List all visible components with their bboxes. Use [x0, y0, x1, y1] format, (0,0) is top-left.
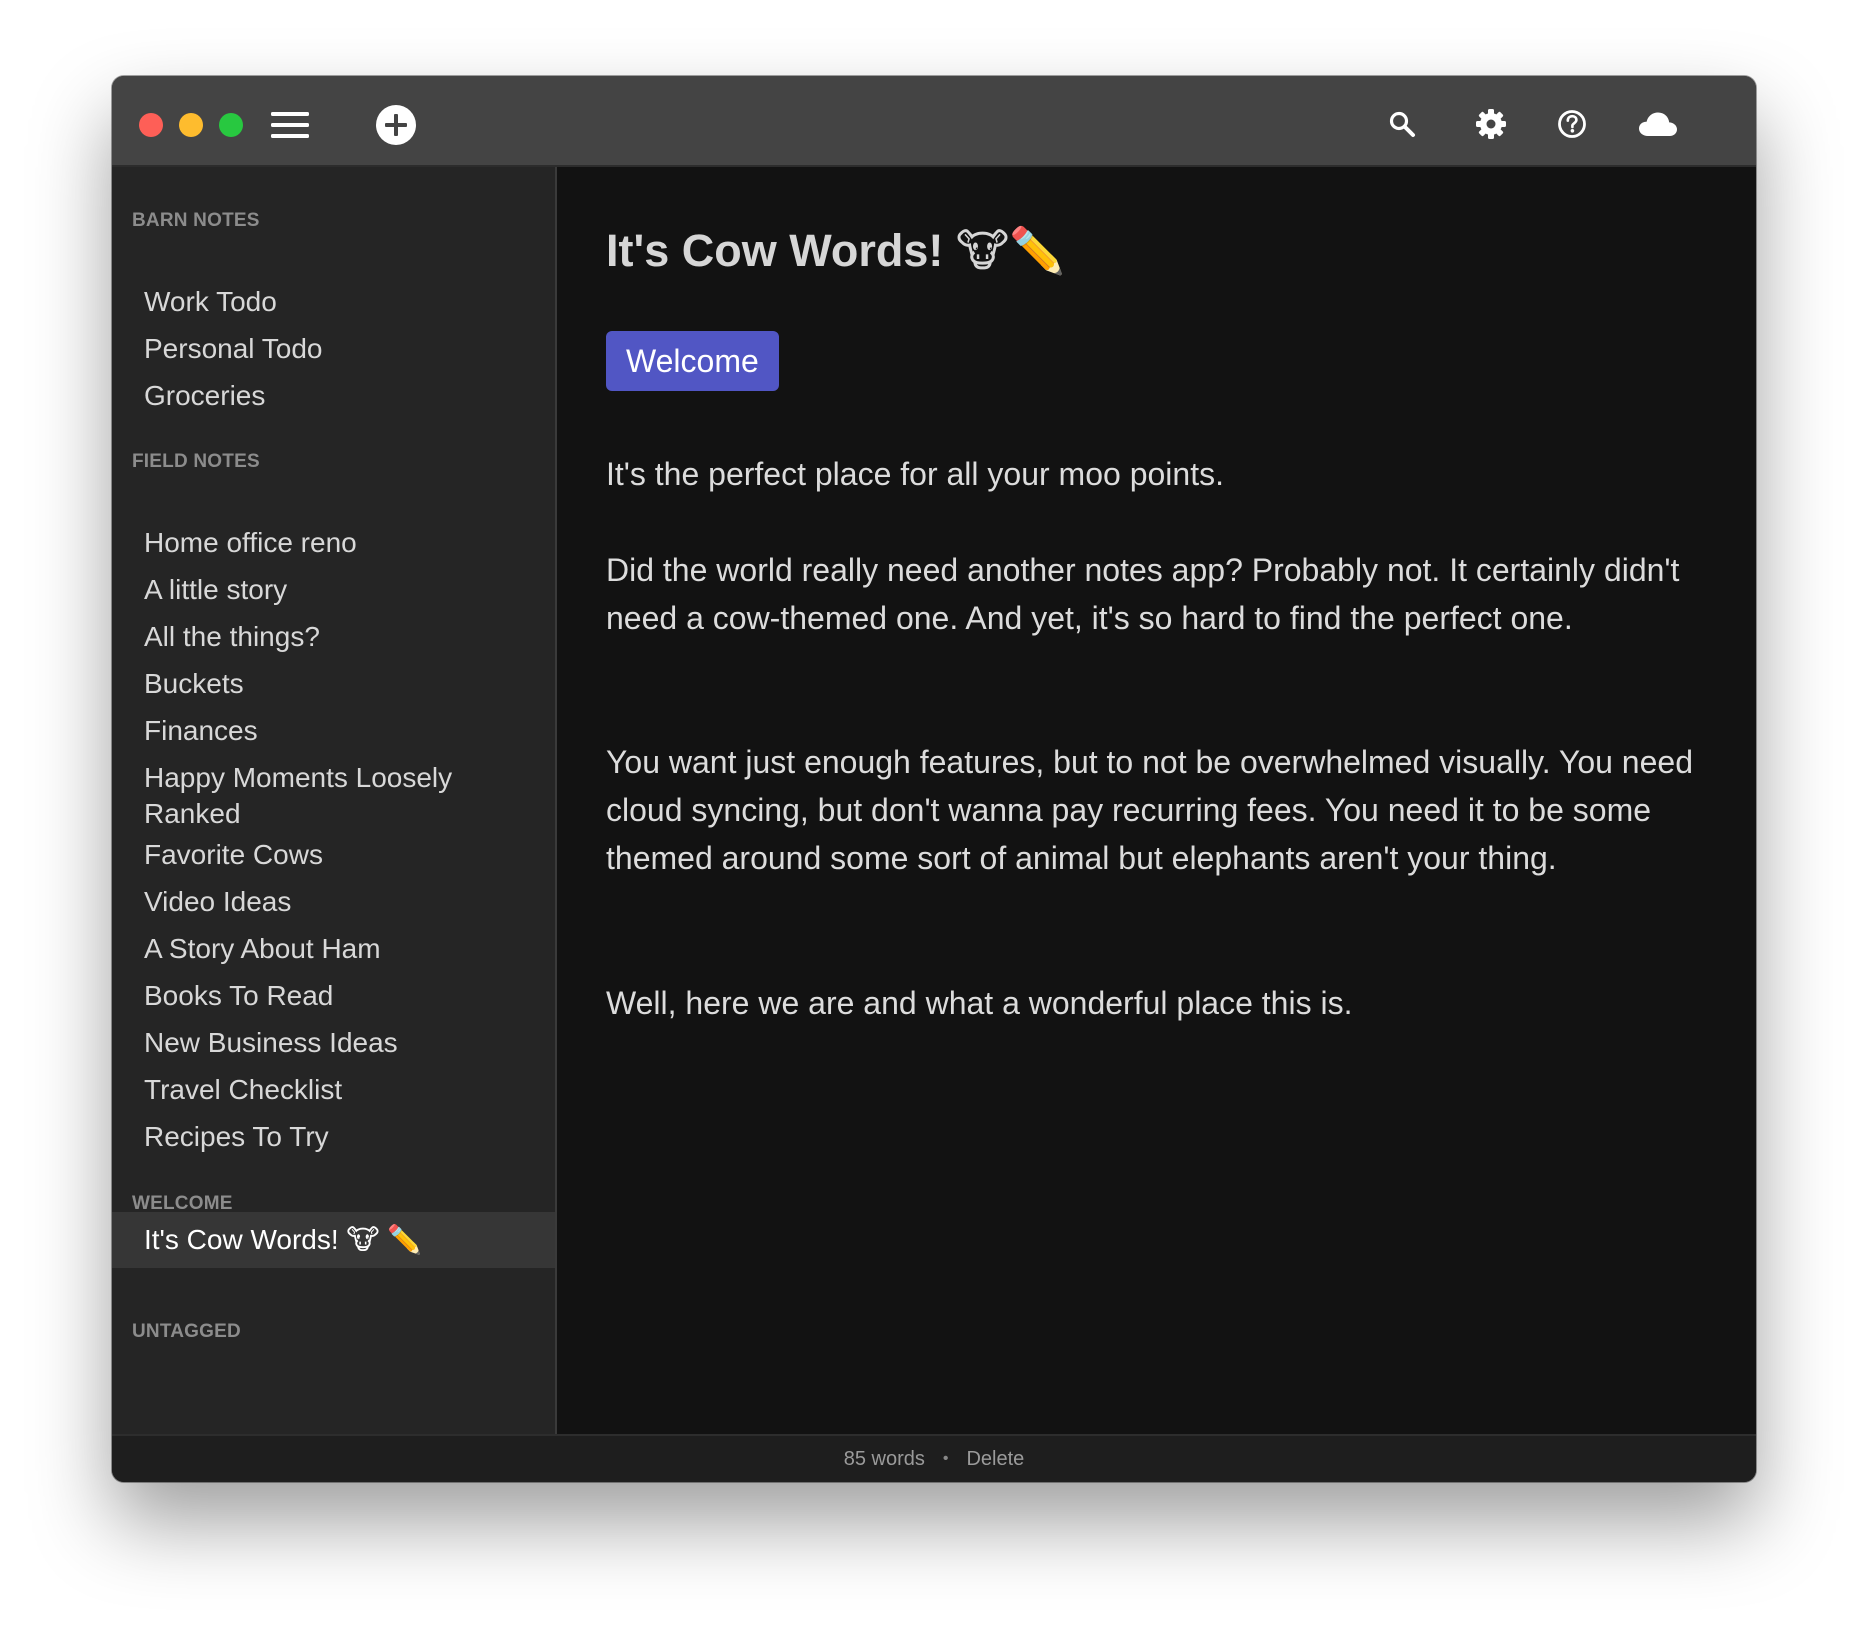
close-window-button[interactable] — [139, 113, 163, 137]
zoom-window-button[interactable] — [219, 113, 243, 137]
sidebar-item-happy-moments[interactable]: Happy Moments Loosely Ranked — [112, 760, 555, 832]
note-paragraph[interactable]: You want just enough features, but to no… — [606, 738, 1721, 882]
sidebar: BARN NOTES Work Todo Personal Todo Groce… — [112, 167, 557, 1434]
note-title[interactable]: It's Cow Words! 🐮✏️ — [606, 223, 1065, 279]
sidebar-item-books-to-read[interactable]: Books To Read — [112, 978, 555, 1014]
sidebar-item-travel-checklist[interactable]: Travel Checklist — [112, 1072, 555, 1108]
minimize-window-button[interactable] — [179, 113, 203, 137]
sidebar-item-all-the-things[interactable]: All the things? — [112, 619, 555, 655]
sidebar-item-its-cow-words[interactable]: It's Cow Words! 🐮 ✏️ — [112, 1212, 555, 1268]
delete-button[interactable]: Delete — [966, 1448, 1024, 1471]
sidebar-item-home-office-reno[interactable]: Home office reno — [112, 525, 555, 561]
toolbar — [112, 76, 1756, 167]
status-bar: 85 words • Delete — [112, 1434, 1756, 1482]
word-count: 85 words — [843, 1447, 925, 1470]
note-editor[interactable]: It's Cow Words! 🐮✏️ Welcome It's the per… — [557, 167, 1756, 1434]
search-icon[interactable] — [1386, 108, 1418, 140]
gear-icon[interactable] — [1473, 106, 1509, 142]
note-paragraph[interactable]: Well, here we are and what a wonderful p… — [606, 979, 1721, 1027]
sidebar-item-personal-todo[interactable]: Personal Todo — [112, 331, 555, 367]
sidebar-item-video-ideas[interactable]: Video Ideas — [112, 884, 555, 920]
note-paragraph[interactable]: It's the perfect place for all your moo … — [606, 450, 1721, 498]
app-window: BARN NOTES Work Todo Personal Todo Groce… — [112, 76, 1756, 1482]
menu-icon[interactable] — [271, 108, 309, 142]
section-title-field-notes: FIELD NOTES — [132, 451, 260, 472]
sidebar-item-buckets[interactable]: Buckets — [112, 666, 555, 702]
sidebar-item-recipes-to-try[interactable]: Recipes To Try — [112, 1119, 555, 1155]
sidebar-item-finances[interactable]: Finances — [112, 713, 555, 749]
sidebar-item-favorite-cows[interactable]: Favorite Cows — [112, 837, 555, 873]
note-paragraph[interactable]: Did the world really need another notes … — [606, 546, 1721, 642]
sidebar-item-new-business-ideas[interactable]: New Business Ideas — [112, 1025, 555, 1061]
sidebar-item-a-story-about-ham[interactable]: A Story About Ham — [112, 931, 555, 967]
add-note-icon[interactable] — [375, 104, 417, 146]
sidebar-item-work-todo[interactable]: Work Todo — [112, 284, 555, 320]
cloud-icon[interactable] — [1636, 106, 1680, 142]
help-icon[interactable] — [1554, 106, 1590, 142]
sidebar-item-a-little-story[interactable]: A little story — [112, 572, 555, 608]
section-title-barn-notes: BARN NOTES — [132, 210, 260, 231]
separator-dot: • — [942, 1450, 949, 1467]
section-title-untagged: UNTAGGED — [132, 1321, 241, 1342]
tag-chip-welcome[interactable]: Welcome — [606, 331, 779, 391]
sidebar-item-groceries[interactable]: Groceries — [112, 378, 555, 414]
